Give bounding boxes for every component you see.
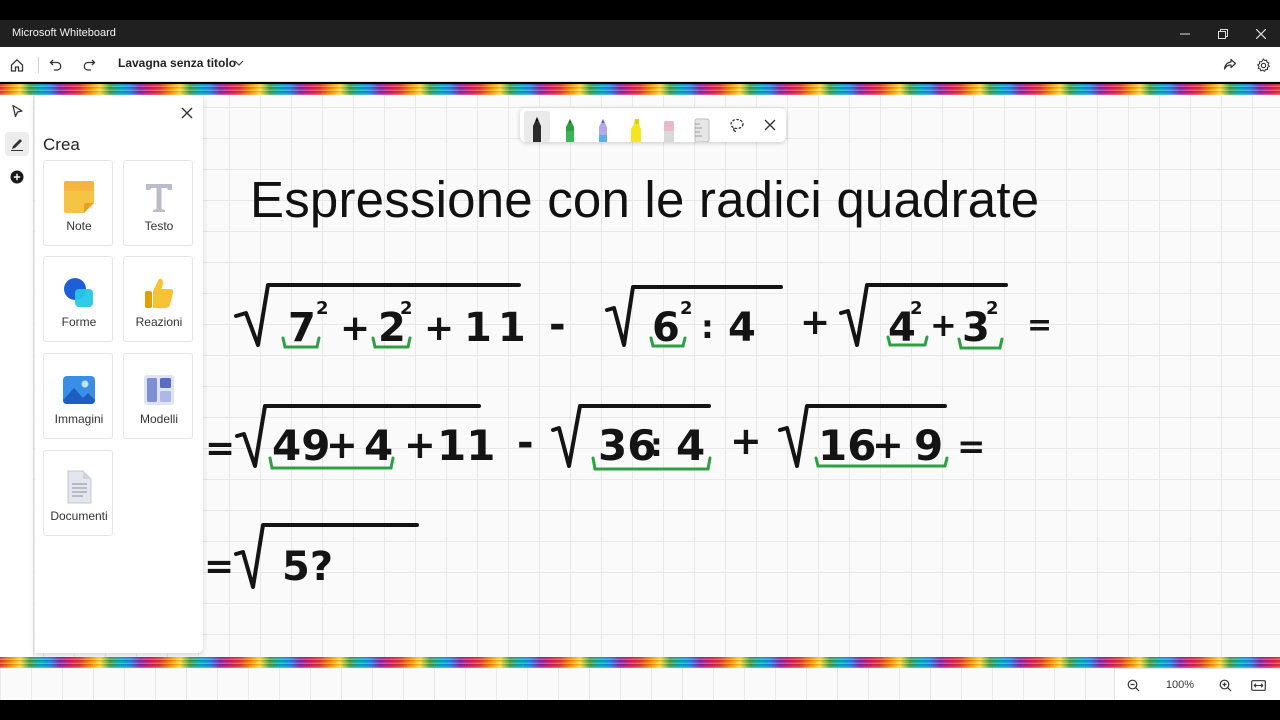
zoom-level[interactable]: 100% <box>1165 679 1195 691</box>
board-title-text[interactable]: Espressione con le radici quadrate <box>250 170 1039 229</box>
panel-title: Crea <box>43 135 80 154</box>
green-pen-icon <box>566 119 574 142</box>
tile-label-images: Immagini <box>54 412 104 426</box>
text-icon <box>146 184 172 212</box>
title-bar: Microsoft Whiteboard <box>0 20 1280 47</box>
pen-toolbar <box>520 108 786 143</box>
ruler-icon <box>694 118 710 143</box>
app-window: Microsoft Whiteboard Lavagna senza titol… <box>0 0 1280 720</box>
inking-tool-button[interactable] <box>5 132 29 156</box>
tile-note[interactable]: Note <box>43 160 113 246</box>
fit-to-screen-icon <box>1250 679 1266 691</box>
close-icon <box>764 119 776 131</box>
tile-label-templates: Modelli <box>139 412 178 426</box>
tile-label-note: Note <box>66 219 92 233</box>
thumbs-up-icon <box>145 278 174 308</box>
undo-button[interactable] <box>44 53 68 77</box>
black-pen-icon <box>524 111 550 142</box>
zoom-in-icon <box>1219 679 1231 691</box>
templates-icon <box>144 375 174 405</box>
tile-reactions[interactable]: Reazioni <box>123 256 193 342</box>
close-icon <box>1256 28 1266 39</box>
settings-button[interactable] <box>1251 53 1275 77</box>
select-tool-button[interactable] <box>5 99 29 123</box>
rainbow-border-bottom <box>0 657 1280 668</box>
pen-icon <box>11 139 23 151</box>
app-title: Microsoft Whiteboard <box>12 27 116 39</box>
rainbow-border-top <box>0 84 1280 95</box>
image-icon <box>63 376 95 404</box>
green-pen[interactable] <box>557 111 583 142</box>
letterbox-bottom <box>0 700 1280 720</box>
undo-icon <box>49 59 62 71</box>
home-icon <box>10 59 24 72</box>
restore-icon <box>1218 28 1228 39</box>
yellow-highlighter[interactable] <box>623 111 649 142</box>
tile-shapes[interactable]: Forme <box>43 256 113 342</box>
minimize-button[interactable] <box>1166 20 1204 47</box>
sticky-note-icon <box>64 181 94 213</box>
letterbox-top <box>0 0 1280 20</box>
redo-button[interactable] <box>77 53 101 77</box>
redo-icon <box>83 59 96 71</box>
close-panel-button[interactable] <box>177 103 197 123</box>
plus-circle-icon <box>10 170 24 184</box>
close-pen-toolbar-button[interactable] <box>758 113 782 137</box>
left-rail <box>0 95 34 657</box>
create-panel: Crea Note Testo Forme Reazioni Immagini … <box>35 95 203 653</box>
tile-images[interactable]: Immagini <box>43 353 113 439</box>
lasso-icon <box>730 118 744 133</box>
shapes-icon <box>64 278 93 307</box>
tile-text[interactable]: Testo <box>123 160 193 246</box>
lasso-button[interactable] <box>725 113 749 137</box>
status-bar <box>0 668 1280 700</box>
close-window-button[interactable] <box>1242 20 1280 47</box>
restore-button[interactable] <box>1204 20 1242 47</box>
toolbar-separator <box>38 57 39 73</box>
zoom-control: 100% <box>1114 668 1280 700</box>
share-icon <box>1223 58 1237 70</box>
eraser-icon <box>664 121 674 142</box>
app-toolbar: Lavagna senza titolo <box>0 47 1280 82</box>
tile-documents[interactable]: Documenti <box>43 450 113 536</box>
tile-label-reactions: Reazioni <box>135 315 183 329</box>
multicolor-pen[interactable] <box>590 111 616 142</box>
home-button[interactable] <box>5 53 29 77</box>
fit-to-screen-button[interactable] <box>1248 675 1268 695</box>
ruler[interactable] <box>689 111 715 143</box>
highlighter-icon <box>631 119 641 142</box>
board-name[interactable]: Lavagna senza titolo <box>118 56 236 70</box>
tile-label-text: Testo <box>144 219 174 233</box>
tile-label-documents: Documenti <box>50 509 108 523</box>
zoom-in-button[interactable] <box>1215 675 1235 695</box>
black-pen[interactable] <box>524 111 550 142</box>
zoom-out-button[interactable] <box>1123 675 1143 695</box>
multicolor-pen-icon <box>599 119 607 142</box>
share-button[interactable] <box>1218 53 1242 77</box>
tile-label-shapes: Forme <box>61 315 97 329</box>
create-button[interactable] <box>5 165 29 189</box>
minimize-icon <box>1180 33 1190 34</box>
eraser[interactable] <box>656 111 682 142</box>
chevron-down-icon[interactable] <box>234 59 244 67</box>
zoom-out-icon <box>1127 679 1139 691</box>
gear-icon <box>1256 57 1270 72</box>
pointer-icon <box>12 104 23 118</box>
document-icon <box>67 470 92 504</box>
tile-templates[interactable]: Modelli <box>123 353 193 439</box>
close-icon <box>181 107 193 119</box>
